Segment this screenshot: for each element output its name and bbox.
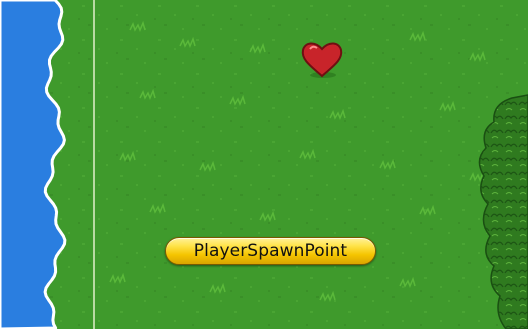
map-canvas bbox=[0, 0, 528, 331]
game-map: PlayerSpawnPoint bbox=[0, 0, 528, 331]
player-spawn-point-label[interactable]: PlayerSpawnPoint bbox=[165, 237, 376, 265]
